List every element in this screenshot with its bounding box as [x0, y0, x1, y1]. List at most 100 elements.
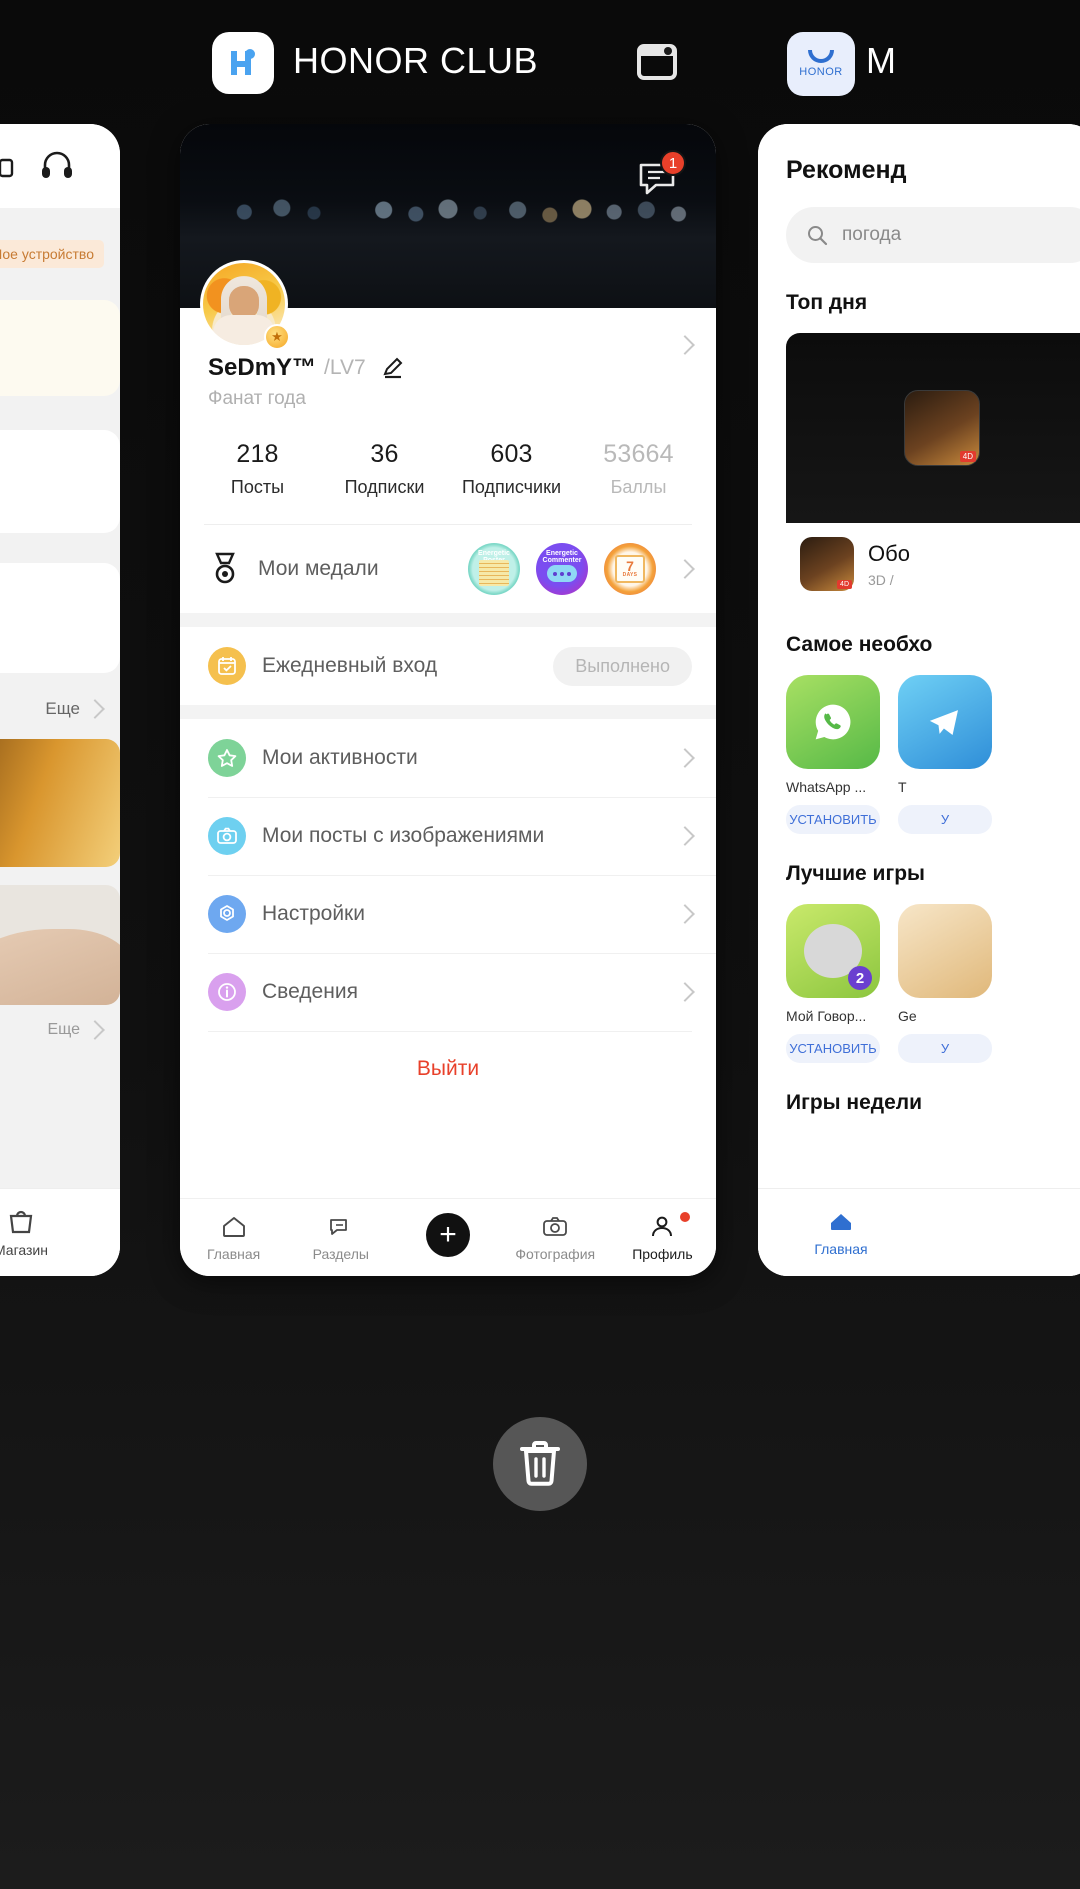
stat-following[interactable]: 36 Подписки	[321, 440, 448, 498]
game-card-other[interactable]: Ge У	[898, 904, 992, 1063]
energetic-poster-badge[interactable]: Energetic Poster	[468, 543, 520, 595]
medal-icon	[208, 552, 242, 586]
whatsapp-icon	[786, 675, 880, 769]
stat-points[interactable]: 53664 Баллы	[575, 440, 702, 498]
nav-item-create[interactable]: +	[394, 1212, 501, 1257]
guide-banner[interactable]: ководство	[0, 885, 120, 1005]
menu-right-slot	[675, 904, 695, 924]
plus-fab-icon[interactable]: +	[426, 1212, 470, 1257]
nav-item-profile[interactable]: Профиль	[609, 1211, 716, 1262]
warranty-card[interactable]: конца гарантии 309дн	[0, 430, 120, 533]
chevron-right-icon	[675, 904, 695, 924]
chevron-right-icon	[85, 1020, 105, 1040]
storage-line-2: ger: 80....	[0, 348, 104, 368]
device-transfer-icon[interactable]	[0, 149, 14, 183]
stat-label: Посты	[230, 477, 285, 497]
menu-item-my-activities[interactable]: Мои активности	[180, 719, 716, 797]
pencil-edit-icon[interactable]	[382, 357, 404, 379]
search-input[interactable]: погода	[786, 207, 1080, 263]
my-medals-row[interactable]: Мои медали Energetic Poster Energetic Co…	[180, 525, 716, 613]
profile-stats-row: 218 Посты 36 Подписки 603 Подписчики 536…	[180, 440, 716, 498]
recents-card-right[interactable]: Рекоменд погода Топ дня 4D 4D Обо 3D / С…	[758, 124, 1080, 1276]
nav-label: Фотография	[515, 1245, 596, 1262]
user-level: /LV7	[324, 356, 366, 379]
section-gap	[180, 613, 716, 627]
nav-item-photo[interactable]: Фотография	[502, 1214, 609, 1262]
hero-banner[interactable]: 4D	[786, 333, 1080, 523]
recents-card-honor-club[interactable]: 1 ★ SeDmY™ /LV7 Фанат года 218 Посты 36 …	[180, 124, 716, 1276]
menu-item-daily-checkin[interactable]: Ежедневный вход Выполнено	[180, 627, 716, 705]
storage-card[interactable]: 256GB ger: 80....	[0, 300, 120, 396]
stat-label: Баллы	[610, 477, 667, 497]
username-row[interactable]: SeDmY™ /LV7	[208, 354, 716, 382]
home-icon	[221, 1214, 247, 1240]
star-icon	[208, 739, 246, 777]
menu-right-slot	[675, 982, 695, 1002]
right-logo-label: HONOR	[799, 66, 843, 78]
profile-chevron-right-icon[interactable]	[675, 335, 695, 355]
gear-icon	[208, 895, 246, 933]
game-icon	[898, 904, 992, 998]
install-button[interactable]: У	[898, 805, 992, 834]
nav-label: Главная	[206, 1245, 261, 1262]
telegram-icon	[898, 675, 992, 769]
stat-followers[interactable]: 603 Подписчики	[448, 440, 575, 498]
service-card[interactable]: ление	[0, 563, 120, 673]
more-link-2[interactable]: Еще	[0, 1020, 105, 1040]
more-label-2: Еще	[47, 1021, 80, 1038]
logout-button[interactable]: Выйти	[180, 1031, 716, 1107]
hero-app-icon: 4D	[800, 537, 854, 591]
my-medals-label: Мои медали	[258, 557, 379, 580]
nav-item-home-right[interactable]: Главная	[786, 1209, 896, 1257]
calendar-check-icon	[208, 647, 246, 685]
seven-days-badge[interactable]: 7 DAYS	[604, 543, 656, 595]
install-button[interactable]: УСТАНОВИТЬ	[786, 805, 880, 834]
storage-line-1: 256GB	[0, 318, 104, 338]
avatar[interactable]: ★	[200, 260, 290, 350]
essential-apps-list: WhatsApp ... УСТАНОВИТЬ T У	[786, 675, 1080, 834]
split-window-icon[interactable]	[633, 38, 681, 86]
profile-cover-image: 1 ★	[180, 124, 716, 350]
section-essential: Самое необхо	[786, 633, 933, 656]
right-card-title: Рекоменд	[786, 156, 907, 184]
app-name: WhatsApp ...	[786, 779, 867, 795]
app-card-whatsapp[interactable]: WhatsApp ... УСТАНОВИТЬ	[786, 675, 880, 834]
search-placeholder: погода	[842, 224, 902, 245]
stat-posts[interactable]: 218 Посты	[194, 440, 321, 498]
recents-card-left[interactable]: Мое устройство 256GB ger: 80.... конца г…	[0, 124, 120, 1276]
badge-art	[547, 565, 577, 582]
menu-item-about[interactable]: Сведения	[180, 953, 716, 1031]
nav-label: Профиль	[632, 1245, 693, 1262]
right-app-logo-icon: HONOR	[787, 32, 855, 96]
hero-info-row[interactable]: 4D Обо 3D /	[786, 523, 1080, 605]
menu-label: Ежедневный вход	[262, 654, 438, 677]
stat-value: 53664	[603, 440, 674, 468]
more-link[interactable]: Еще	[0, 699, 105, 719]
headset-support-icon[interactable]	[40, 149, 74, 183]
nav-item-home[interactable]: Главная	[180, 1214, 287, 1262]
energetic-commenter-badge[interactable]: Energetic Commenter	[536, 543, 588, 595]
menu-item-settings[interactable]: Настройки	[180, 875, 716, 953]
stat-value: 603	[490, 440, 533, 468]
hero-app-tag: 4D	[837, 580, 852, 589]
stat-value: 36	[370, 440, 399, 468]
my-device-chip[interactable]: Мое устройство	[0, 240, 104, 268]
game-card-talking-tom[interactable]: 2 Мой Говор... УСТАНОВИТЬ	[786, 904, 880, 1063]
install-button[interactable]: У	[898, 1034, 992, 1063]
clear-all-button[interactable]	[493, 1417, 587, 1511]
daily-checkin-status-badge: Выполнено	[553, 646, 692, 686]
qa-banner[interactable]: ос - ответ	[0, 739, 120, 867]
nav-item-sections[interactable]: Разделы	[287, 1214, 394, 1262]
games-list: 2 Мой Говор... УСТАНОВИТЬ Ge У	[786, 904, 1080, 1063]
app-card-telegram[interactable]: T У	[898, 675, 992, 834]
left-card-body: Мое устройство 256GB ger: 80.... конца г…	[0, 208, 120, 1276]
section-gap-2	[180, 705, 716, 719]
game-badge: 2	[848, 966, 872, 990]
badge-art	[479, 560, 509, 586]
message-bubble-icon[interactable]: 1	[636, 150, 686, 202]
menu-right-slot	[675, 748, 695, 768]
nav-item-shop[interactable]: Магазин	[0, 1208, 48, 1258]
medals-chevron-right-icon[interactable]	[675, 559, 695, 579]
menu-item-my-image-posts[interactable]: Мои посты с изображениями	[180, 797, 716, 875]
install-button[interactable]: УСТАНОВИТЬ	[786, 1034, 880, 1063]
